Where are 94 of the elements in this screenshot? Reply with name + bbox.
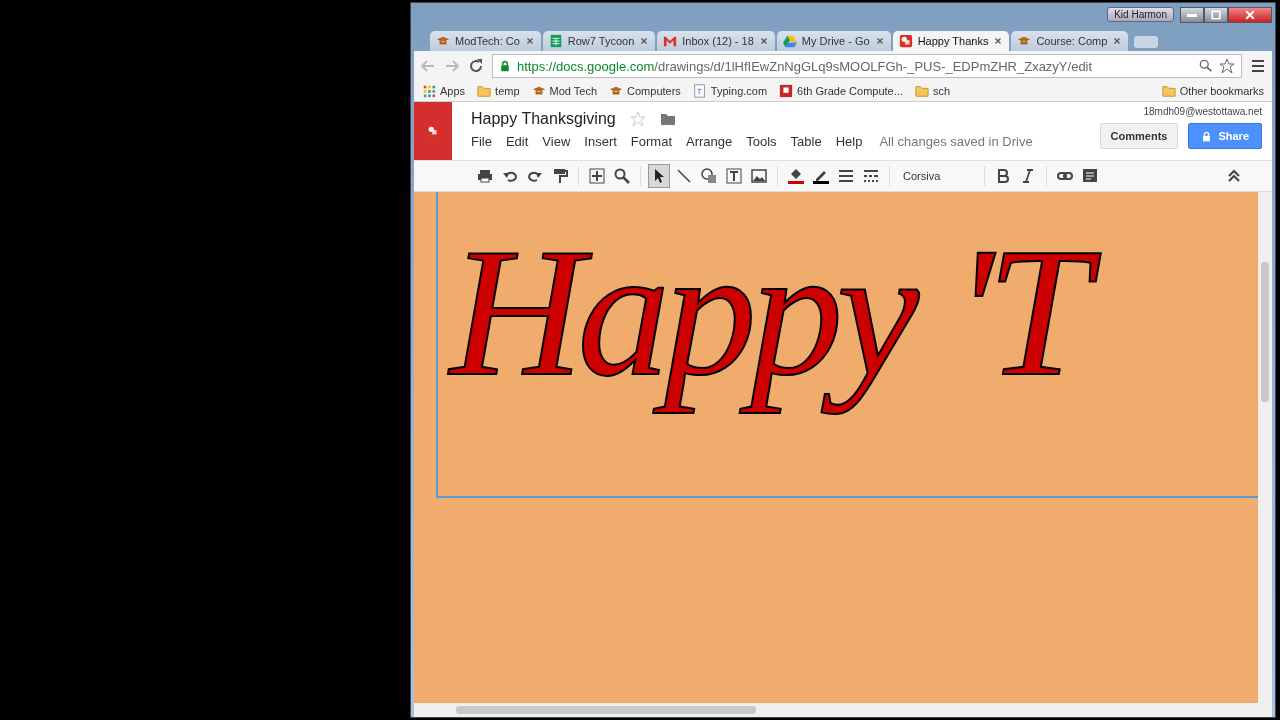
- url-text: https://docs.google.com/drawings/d/1lHfIEwZnNgGLq9sMOOLFGh-_PUS-_EDPmZHR_ZxazyY/edit: [517, 58, 1093, 74]
- zoom-icon: [614, 168, 630, 184]
- menu-item[interactable]: Format: [623, 134, 679, 149]
- triangle-icon: [782, 34, 797, 48]
- font-dropdown[interactable]: Corsiva: [897, 170, 977, 182]
- close-icon: [993, 36, 1004, 46]
- tab-title: Row7 Tycoon: [567, 35, 635, 47]
- browser-tab[interactable]: My Drive - Go: [776, 31, 891, 51]
- cap-icon: [1017, 34, 1032, 48]
- line-icon: [676, 168, 692, 184]
- save-status: All changes saved in Drive: [879, 134, 1033, 149]
- drawing-app-icon: [898, 34, 913, 48]
- menu-item[interactable]: Arrange: [679, 134, 740, 149]
- italic-icon: [1020, 168, 1036, 184]
- page-icon: [692, 84, 707, 98]
- close-icon: [874, 36, 885, 46]
- collapse-button[interactable]: [1226, 168, 1242, 184]
- tab-title: ModTech: Co: [455, 35, 520, 47]
- minimize-button[interactable]: [1180, 7, 1204, 23]
- bookmark[interactable]: Typing.com: [692, 84, 768, 98]
- browser-tab[interactable]: Happy Thanks: [892, 31, 1010, 51]
- bookmark[interactable]: Computers: [609, 84, 681, 98]
- toolbar-button[interactable]: [648, 164, 670, 188]
- menu-item[interactable]: Insert: [577, 134, 624, 149]
- account-email[interactable]: 18mdh09@westottawa.net: [1143, 106, 1262, 117]
- comments-button[interactable]: Comments: [1099, 123, 1179, 149]
- browser-tab[interactable]: Row7 Tycoon: [542, 31, 656, 51]
- mail-icon: [663, 34, 678, 48]
- menu-item[interactable]: Tools: [739, 134, 784, 149]
- cap-icon: [531, 84, 546, 98]
- print-icon: [477, 168, 493, 184]
- bookmark[interactable]: Other bookmarks: [1161, 84, 1264, 98]
- close-icon: [1244, 9, 1256, 21]
- browser-tab[interactable]: ModTech: Co: [430, 31, 541, 51]
- close-icon: [1112, 36, 1123, 46]
- bold-icon: [995, 168, 1011, 184]
- document-title[interactable]: Happy Thanksgiving: [471, 110, 616, 128]
- tab-title: Inbox (12) - 18: [682, 35, 754, 47]
- tab-title: My Drive - Go: [801, 35, 870, 47]
- bookmark[interactable]: temp: [477, 84, 520, 98]
- browser-tab[interactable]: Inbox (12) - 18: [657, 31, 775, 51]
- scrollbar-thumb[interactable]: [456, 706, 756, 714]
- paint-format-icon: [552, 168, 568, 184]
- line-dash-icon: [863, 168, 879, 184]
- maximize-button[interactable]: [1204, 7, 1228, 23]
- spreadsheet-icon: [548, 34, 563, 48]
- user-name: Kid Harmon: [1107, 7, 1174, 22]
- comment-icon: [1082, 168, 1098, 184]
- line-weight-icon: [838, 168, 854, 184]
- scrollbar-thumb[interactable]: [1261, 262, 1269, 402]
- tab-title: Course: Comp: [1036, 35, 1108, 47]
- forward-icon: [444, 58, 460, 74]
- star-icon: [1219, 58, 1235, 74]
- folder-icon: [1161, 84, 1176, 98]
- menu-item[interactable]: Table: [783, 134, 829, 149]
- menu-item[interactable]: Edit: [498, 134, 536, 149]
- fill-bucket-icon: [788, 168, 804, 184]
- menu-item[interactable]: File: [471, 134, 499, 149]
- apps-grid-icon: [422, 84, 436, 98]
- folder-icon: [659, 111, 676, 127]
- bookmark[interactable]: sch: [914, 84, 950, 98]
- cap-icon: [436, 34, 450, 48]
- minimize-icon: [1187, 13, 1197, 17]
- shape-icon: [701, 168, 717, 184]
- bookmark[interactable]: 6th Grade Compute...: [779, 84, 903, 98]
- lock-icon: [1201, 130, 1213, 142]
- back-icon: [420, 58, 436, 74]
- bookmark[interactable]: Mod Tech: [531, 84, 598, 98]
- collapse-icon: [1226, 168, 1242, 184]
- folder-icon: [914, 84, 929, 98]
- pen-icon: [813, 168, 829, 184]
- close-icon: [639, 36, 650, 46]
- drawing-app-icon: [426, 124, 440, 138]
- close-icon: [758, 36, 769, 46]
- star-icon: [629, 111, 646, 127]
- image-icon: [751, 168, 767, 184]
- lock-icon: [499, 60, 511, 72]
- menu-item[interactable]: View: [535, 134, 578, 149]
- address-bar[interactable]: https://docs.google.com/drawings/d/1lHfIEwZnNgGLq9sMOOLFGh-_PUS-_EDPmZHR_ZxazyY/edit: [492, 54, 1242, 78]
- close-button[interactable]: [1228, 7, 1272, 23]
- browser-tab[interactable]: Course: Comp: [1011, 31, 1129, 51]
- tab-title: Happy Thanks: [917, 35, 989, 47]
- fit-icon: [589, 168, 605, 184]
- menu-icon: [1250, 58, 1266, 74]
- zoom-icon: [1199, 59, 1213, 73]
- cap-icon: [609, 84, 624, 98]
- close-icon: [524, 36, 535, 46]
- reload-icon: [468, 58, 484, 74]
- textbox-icon: [726, 168, 742, 184]
- maximize-icon: [1210, 9, 1222, 21]
- menu-item[interactable]: Help: [828, 134, 870, 149]
- bookmark[interactable]: Apps: [422, 84, 466, 98]
- folder-icon: [477, 84, 492, 98]
- square-logo-icon: [779, 84, 794, 98]
